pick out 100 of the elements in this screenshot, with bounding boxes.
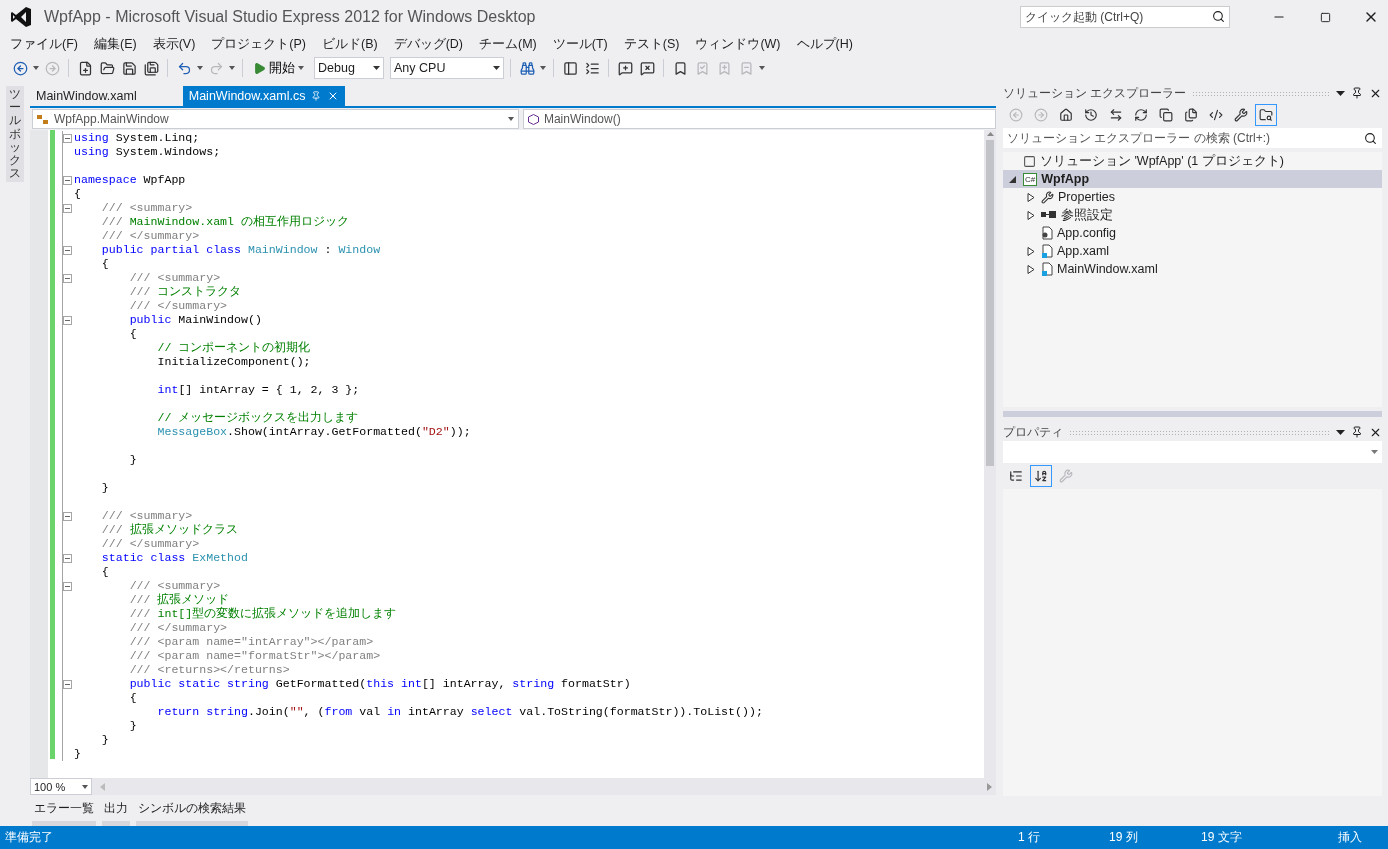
- code-line: // メッセージボックスを出力します: [156, 411, 359, 425]
- tree-item[interactable]: C# WpfApp: [1003, 170, 1382, 188]
- toolbox-tab[interactable]: ツールボックス: [6, 86, 24, 183]
- menu-item[interactable]: 表示(V): [144, 34, 204, 54]
- code-line: /// <summary>: [100, 509, 193, 523]
- menu-item[interactable]: テスト(S): [615, 34, 688, 54]
- collapse-icon[interactable]: [63, 175, 72, 185]
- menu-item[interactable]: 編集(E): [85, 34, 145, 54]
- tree-item[interactable]: MainWindow.xaml: [1003, 260, 1382, 278]
- collapse-icon[interactable]: [63, 245, 72, 255]
- folder-search-icon[interactable]: [1255, 104, 1277, 126]
- xaml-file-icon: [1041, 262, 1053, 276]
- code-line: public partial class MainWindow : Window: [100, 243, 381, 257]
- search-field[interactable]: ソリューション エクスプローラー の検索 (Ctrl+:): [1003, 128, 1382, 148]
- code-line: }: [128, 719, 137, 733]
- start-button[interactable]: 開始: [249, 57, 308, 79]
- caret-icon: [507, 117, 514, 121]
- play-icon: [253, 61, 266, 75]
- code-line: /// <param name="formatStr"></param>: [128, 649, 381, 663]
- code-line: int[] intArray = { 1, 2, 3 };: [156, 383, 360, 397]
- code-line: return string.Join("", (from val in intArray select val.ToString(formatStr)).ToList());: [156, 705, 763, 719]
- menu-item[interactable]: ツール(T): [544, 34, 616, 54]
- menu-item[interactable]: デバッグ(D): [385, 34, 471, 54]
- tree-item[interactable]: App.config: [1003, 224, 1382, 242]
- menu-item[interactable]: チーム(M): [471, 34, 545, 54]
- code-line: {: [128, 327, 137, 341]
- tree-item[interactable]: ソリューション 'WpfApp' (1 プロジェクト): [1003, 152, 1382, 170]
- code-line: MessageBox.Show(intArray.GetFormatted("D2"));: [156, 425, 471, 439]
- menu-item[interactable]: プロジェクト(P): [203, 34, 314, 54]
- code-line: /// </summary>: [128, 621, 228, 635]
- code-line: {: [128, 691, 137, 705]
- code-line: /// MainWindow.xaml の相互作用ロジック: [100, 215, 349, 229]
- caret-icon[interactable]: [759, 66, 765, 70]
- method-icon: [527, 113, 539, 125]
- caret-icon: [82, 784, 88, 789]
- collapse-icon[interactable]: [63, 581, 72, 591]
- dropdown-icon[interactable]: [1336, 90, 1345, 96]
- tree-item[interactable]: Properties: [1003, 188, 1382, 206]
- zoom-dropdown[interactable]: 100 %: [30, 778, 92, 795]
- pin-icon: [311, 91, 322, 101]
- collapsed-arrow-icon[interactable]: [1027, 192, 1035, 202]
- collapse-icon[interactable]: [63, 273, 72, 283]
- status-message: 準備完了: [5, 829, 54, 846]
- column-number: 19 列: [1109, 829, 1139, 846]
- expanded-arrow-icon[interactable]: [1009, 174, 1017, 184]
- collapse-icon[interactable]: [63, 203, 72, 213]
- wrench-icon: [1041, 190, 1054, 204]
- code-line: }: [100, 481, 109, 495]
- pane-title: プロパティ: [1003, 423, 1063, 441]
- menu-item[interactable]: ヘルプ(H): [788, 34, 861, 54]
- tree-item[interactable]: 参照設定: [1003, 206, 1382, 224]
- code-line: /// <param name="intArray"></param>: [128, 635, 374, 649]
- collapse-icon[interactable]: [63, 679, 72, 689]
- type-dropdown[interactable]: WpfApp.MainWindow: [32, 109, 519, 129]
- insert-mode: 挿入: [1338, 829, 1363, 846]
- code-line: // コンポーネントの初期化: [156, 341, 311, 355]
- code-line: {: [74, 187, 81, 201]
- code-line: /// int[]型の変数に拡張メソッドを追加します: [128, 607, 397, 621]
- code-line: {: [100, 565, 109, 579]
- configuration-dropdown[interactable]: Any CPU: [390, 57, 504, 79]
- references-icon: [1041, 211, 1057, 219]
- dropdown-icon[interactable]: [1336, 429, 1345, 435]
- menu-item[interactable]: ビルド(B): [314, 34, 386, 54]
- quick-launch-field[interactable]: クイック起動 (Ctrl+Q): [1020, 6, 1230, 28]
- collapse-icon[interactable]: [63, 511, 72, 521]
- pin-icon[interactable]: [1351, 87, 1363, 99]
- tree-item[interactable]: App.xaml: [1003, 242, 1382, 260]
- caret-icon[interactable]: [33, 66, 39, 70]
- search-icon[interactable]: [1212, 10, 1225, 23]
- caret-icon[interactable]: [197, 66, 203, 70]
- code-line: /// コンストラクタ: [128, 285, 242, 299]
- collapse-icon[interactable]: [63, 315, 72, 325]
- code-line: static class ExMethod: [100, 551, 248, 565]
- scroll-left-icon: [100, 782, 105, 791]
- menu-item[interactable]: ウィンドウ(W): [687, 34, 789, 54]
- document-tab[interactable]: MainWindow.xaml: [30, 86, 143, 106]
- code-line: /// </summary>: [100, 229, 200, 243]
- collapse-icon[interactable]: [63, 133, 72, 143]
- collapse-icon[interactable]: [63, 553, 72, 563]
- code-line: using System.Windows;: [74, 145, 221, 159]
- menu-item[interactable]: ファイル(F): [2, 34, 86, 54]
- collapsed-arrow-icon[interactable]: [1027, 246, 1035, 256]
- configuration-dropdown[interactable]: Debug: [314, 57, 384, 79]
- vertical-scrollbar[interactable]: [984, 130, 996, 778]
- document-tab[interactable]: MainWindow.xaml.cs: [182, 86, 346, 106]
- caret-icon: [1371, 450, 1378, 454]
- caret-icon[interactable]: [229, 66, 235, 70]
- code-line: /// <returns></returns>: [128, 663, 290, 677]
- xaml-file-icon: [1041, 244, 1053, 258]
- pin-icon[interactable]: [1351, 426, 1363, 438]
- search-icon[interactable]: [1364, 132, 1377, 145]
- caret-icon[interactable]: [540, 66, 546, 70]
- code-line: /// <summary>: [128, 579, 221, 593]
- sort-az-icon[interactable]: [1030, 465, 1052, 487]
- collapsed-arrow-icon[interactable]: [1027, 210, 1035, 220]
- collapsed-arrow-icon[interactable]: [1027, 264, 1035, 274]
- member-dropdown[interactable]: MainWindow(): [522, 109, 996, 129]
- code-line: /// </summary>: [128, 299, 228, 313]
- code-line: using System.Linq;: [74, 131, 200, 145]
- caret-icon: [298, 66, 304, 70]
